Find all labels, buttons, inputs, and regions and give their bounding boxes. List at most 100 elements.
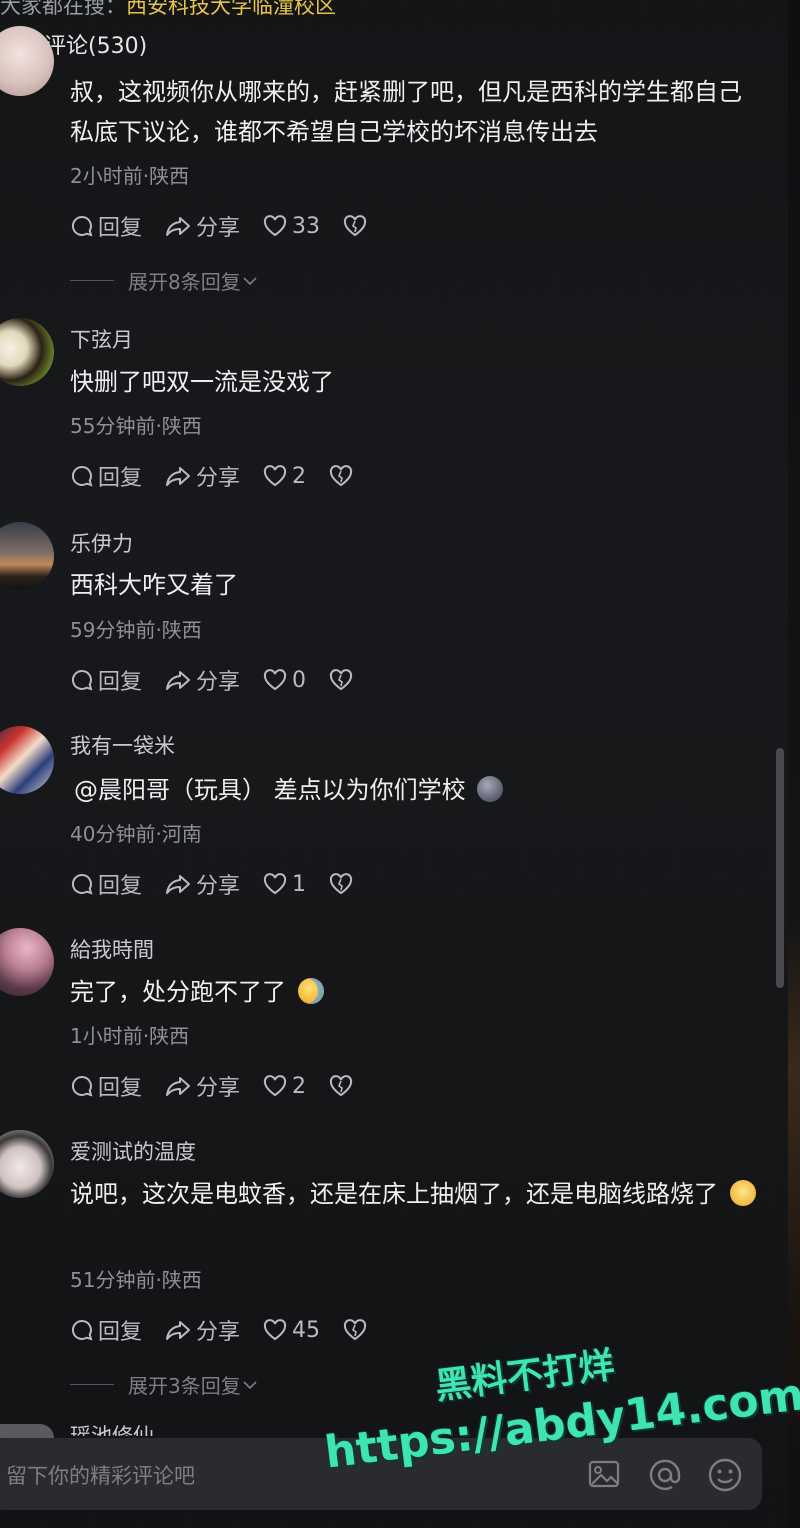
watermark-title: 黑料不打烊 [433,1344,617,1408]
share-button[interactable]: 分享 [164,210,240,242]
comment-meta: 55分钟前·陕西 [70,414,202,438]
like-count: 0 [292,667,307,693]
at-icon[interactable] [646,1456,684,1494]
comment-actions: 回复 分享 1 [70,868,380,900]
comment-text: 叔，这视频你从哪来的，赶紧删了吧，但凡是西科的学生都自己私底下议论，谁都不希望自… [70,78,742,146]
reply-button[interactable]: 回复 [70,210,142,242]
comment-meta: 51分钟前·陕西 [70,1268,202,1292]
comment-text-body: @晨阳哥（玩具） 差点以为你们学校 [74,776,466,804]
search-hint-link[interactable]: 西安科技大学临潼校区 [126,0,336,18]
share-button[interactable]: 分享 [164,1314,240,1346]
expand-replies[interactable]: 展开3条回复 [70,1370,259,1399]
broken-heart-icon [329,1075,353,1097]
comment-actions: 回复 分享 45 [70,1314,394,1346]
dislike-button[interactable] [328,1074,358,1098]
ghost-emoji-icon [477,776,504,802]
like-button[interactable]: 33 [262,214,320,239]
share-label: 分享 [196,1320,241,1345]
avatar[interactable] [0,1130,54,1198]
heart-icon [263,465,287,487]
dislike-button[interactable] [342,1318,372,1342]
reply-button[interactable]: 回复 [70,1070,142,1102]
comment-actions: 回复 分享 2 [70,1070,380,1102]
like-button[interactable]: 2 [262,1074,306,1099]
laughing-crying-emoji-icon [297,978,324,1004]
comment-username[interactable]: 爱测试的温度 [70,1136,196,1166]
image-icon[interactable] [586,1456,622,1492]
chevron-down-icon [243,1380,257,1389]
comment-bubble-icon [71,873,93,895]
dislike-button[interactable] [342,214,372,238]
like-count: 1 [292,871,307,897]
comment-input-placeholder: 留下你的精彩评论吧 [6,1464,195,1488]
like-count: 2 [292,463,307,489]
share-arrow-icon [166,671,191,690]
dislike-button[interactable] [328,464,358,488]
comment-meta: 40分钟前·河南 [70,822,202,846]
comment-username[interactable]: 我有一袋米 [70,730,175,760]
broken-heart-icon [329,669,353,691]
comment-meta: 59分钟前·陕西 [70,618,202,642]
comment-text: 完了，处分跑不了了 [70,972,760,1012]
heart-icon [263,215,287,237]
share-arrow-icon [166,875,191,894]
expand-replies[interactable]: 展开8条回复 [70,266,259,295]
comment-actions: 回复 分享 0 [70,664,380,696]
smiley-icon[interactable] [706,1456,744,1494]
reply-label: 回复 [98,1320,143,1345]
comment-bubble-icon [71,215,93,237]
comment-username[interactable]: 乐伊力 [70,528,133,558]
chevron-down-icon [243,276,257,285]
comment-input-bar[interactable]: 留下你的精彩评论吧 [0,1438,762,1510]
comment-bubble-icon [71,1075,93,1097]
scrollbar-thumb[interactable] [776,748,784,988]
heart-icon [263,1075,287,1097]
comment-username[interactable]: 瑶池修仙 [70,1420,154,1436]
comment-text: 西科大咋又着了 [70,571,238,599]
comment-username[interactable]: 給我時間 [70,934,154,964]
dislike-button[interactable] [328,872,358,896]
share-label: 分享 [196,670,241,695]
like-button[interactable]: 45 [262,1318,320,1343]
avatar[interactable] [0,522,54,590]
comment-text: 快删了吧双一流是没戏了 [70,368,334,396]
divider-line [70,280,114,281]
comment-meta: 1小时前·陕西 [70,1024,190,1048]
comment-meta: 2小时前·陕西 [70,164,190,188]
share-button[interactable]: 分享 [164,868,240,900]
like-button[interactable]: 0 [262,668,306,693]
share-label: 分享 [196,216,241,241]
expand-label: 展开3条回复 [128,1374,241,1398]
reply-button[interactable]: 回复 [70,1314,142,1346]
broken-heart-icon [329,465,353,487]
share-arrow-icon [166,217,191,236]
comment-bubble-icon [71,465,93,487]
dislike-button[interactable] [328,668,358,692]
reply-button[interactable]: 回复 [70,460,142,492]
share-button[interactable]: 分享 [164,664,240,696]
comment-text: @晨阳哥（玩具） 差点以为你们学校 [74,770,764,810]
avatar[interactable] [0,928,54,996]
avatar[interactable] [0,318,54,386]
share-arrow-icon [166,467,191,486]
heart-icon [263,1319,287,1341]
share-button[interactable]: 分享 [164,460,240,492]
comment-username[interactable]: 下弦月 [70,324,133,354]
broken-heart-icon [329,873,353,895]
heart-icon [263,669,287,691]
comment-text-body: 说吧，这次是电蚊香，还是在床上抽烟了，还是电脑线路烧了 [70,1180,718,1208]
like-button[interactable]: 2 [262,464,306,489]
divider-line [70,1384,114,1385]
like-count: 45 [292,1317,321,1343]
comment-bubble-icon [71,1319,93,1341]
like-button[interactable]: 1 [262,872,306,897]
share-button[interactable]: 分享 [164,1070,240,1102]
comment-actions: 回复 分享 2 [70,460,380,492]
comment-text-body: 完了，处分跑不了了 [70,978,286,1006]
avatar[interactable] [0,1424,54,1438]
broken-heart-icon [343,1319,367,1341]
reply-button[interactable]: 回复 [70,868,142,900]
avatar[interactable] [0,726,54,794]
search-hint[interactable]: 大家都在搜：西安科技大学临潼校区 [0,0,336,20]
reply-button[interactable]: 回复 [70,664,142,696]
